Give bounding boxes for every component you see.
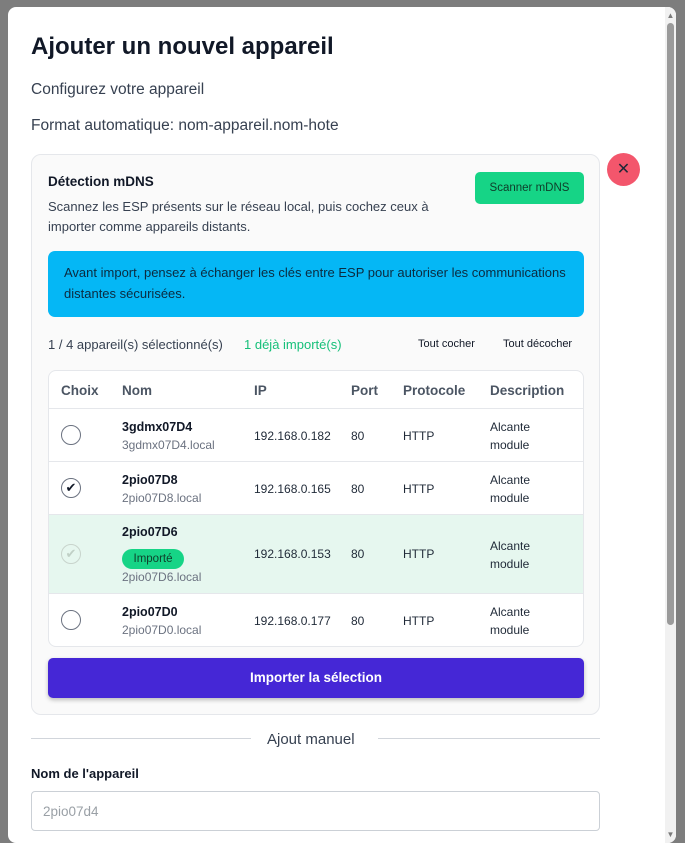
format-hint: Format automatique: nom-appareil.nom-hot… xyxy=(31,117,339,134)
device-name: 3gdmx07D4 xyxy=(122,420,193,434)
device-name-label: Nom de l'appareil xyxy=(31,766,139,781)
modal-title: Ajouter un nouvel appareil xyxy=(31,33,334,60)
import-selection-button[interactable]: Importer la sélection xyxy=(48,658,584,698)
table-row[interactable]: 3gdmx07D4 3gdmx07D4.local 192.168.0.182 … xyxy=(49,408,583,461)
divider-right xyxy=(378,738,600,739)
select-all-button[interactable]: Tout cocher xyxy=(418,338,475,350)
device-ip: 192.168.0.182 xyxy=(254,429,331,443)
device-protocol: HTTP xyxy=(403,429,435,443)
info-alert: Avant import, pensez à échanger les clés… xyxy=(48,251,584,317)
device-protocol: HTTP xyxy=(403,547,435,561)
row-checkbox-disabled: ✔ xyxy=(61,544,81,564)
column-header-description: Description xyxy=(490,383,565,398)
device-protocol: HTTP xyxy=(403,614,435,628)
column-header-protocol: Protocole xyxy=(403,383,466,398)
table-row[interactable]: 2pio07D0 2pio07D0.local 192.168.0.177 80… xyxy=(49,593,583,646)
scroll-down-arrow-icon[interactable]: ▼ xyxy=(666,830,675,839)
device-description: Alcante module xyxy=(490,539,531,571)
device-host: 2pio07D8.local xyxy=(122,491,202,505)
vertical-scrollbar[interactable]: ▲ ▼ xyxy=(665,7,676,843)
device-protocol: HTTP xyxy=(403,482,435,496)
device-description: Alcante module xyxy=(490,605,531,637)
device-description: Alcante module xyxy=(490,473,531,505)
device-name: 2pio07D0 xyxy=(122,605,178,619)
scrollbar-thumb[interactable] xyxy=(667,23,674,625)
device-ip: 192.168.0.177 xyxy=(254,614,331,628)
device-name-input[interactable] xyxy=(31,791,600,831)
scan-mdns-button[interactable]: Scanner mDNS xyxy=(475,172,584,204)
manual-add-divider-label: Ajout manuel xyxy=(267,731,355,748)
device-name: 2pio07D8 xyxy=(122,473,178,487)
device-port: 80 xyxy=(351,547,365,561)
device-host: 2pio07D6.local xyxy=(122,570,202,584)
imported-badge: Importé xyxy=(122,549,184,569)
device-host: 2pio07D0.local xyxy=(122,623,202,637)
mdns-detection-card: Détection mDNS Scannez les ESP présents … xyxy=(31,154,600,715)
row-checkbox[interactable]: ✔ xyxy=(61,478,81,498)
add-device-modal: Ajouter un nouvel appareil Configurez vo… xyxy=(8,7,676,843)
devices-table: Choix Nom IP Port Protocole Description … xyxy=(48,370,584,647)
scroll-up-arrow-icon[interactable]: ▲ xyxy=(666,11,675,20)
mdns-description: Scannez les ESP présents sur le réseau l… xyxy=(48,199,429,234)
table-row[interactable]: ✔ 2pio07D8 2pio07D8.local 192.168.0.165 … xyxy=(49,461,583,514)
already-imported-count: 1 déjà importé(s) xyxy=(244,337,342,352)
row-checkbox[interactable] xyxy=(61,425,81,445)
device-host: 3gdmx07D4.local xyxy=(122,438,215,452)
mdns-title: Détection mDNS xyxy=(48,174,154,189)
divider-left xyxy=(31,738,251,739)
modal-subtitle: Configurez votre appareil xyxy=(31,81,205,98)
column-header-port: Port xyxy=(351,383,378,398)
row-checkbox[interactable] xyxy=(61,610,81,630)
deselect-all-button[interactable]: Tout décocher xyxy=(503,338,572,350)
column-header-choice: Choix xyxy=(61,383,99,398)
column-header-ip: IP xyxy=(254,383,267,398)
device-ip: 192.168.0.165 xyxy=(254,482,331,496)
device-port: 80 xyxy=(351,429,365,443)
selection-count: 1 / 4 appareil(s) sélectionné(s) xyxy=(48,337,223,352)
device-name: 2pio07D6 xyxy=(122,525,178,539)
device-ip: 192.168.0.153 xyxy=(254,547,331,561)
device-description: Alcante module xyxy=(490,420,531,452)
close-icon[interactable]: ✕ xyxy=(607,153,640,186)
column-header-name: Nom xyxy=(122,383,152,398)
table-row-imported: ✔ 2pio07D6 Importé 2pio07D6.local 192.16… xyxy=(49,514,583,593)
device-port: 80 xyxy=(351,614,365,628)
device-port: 80 xyxy=(351,482,365,496)
